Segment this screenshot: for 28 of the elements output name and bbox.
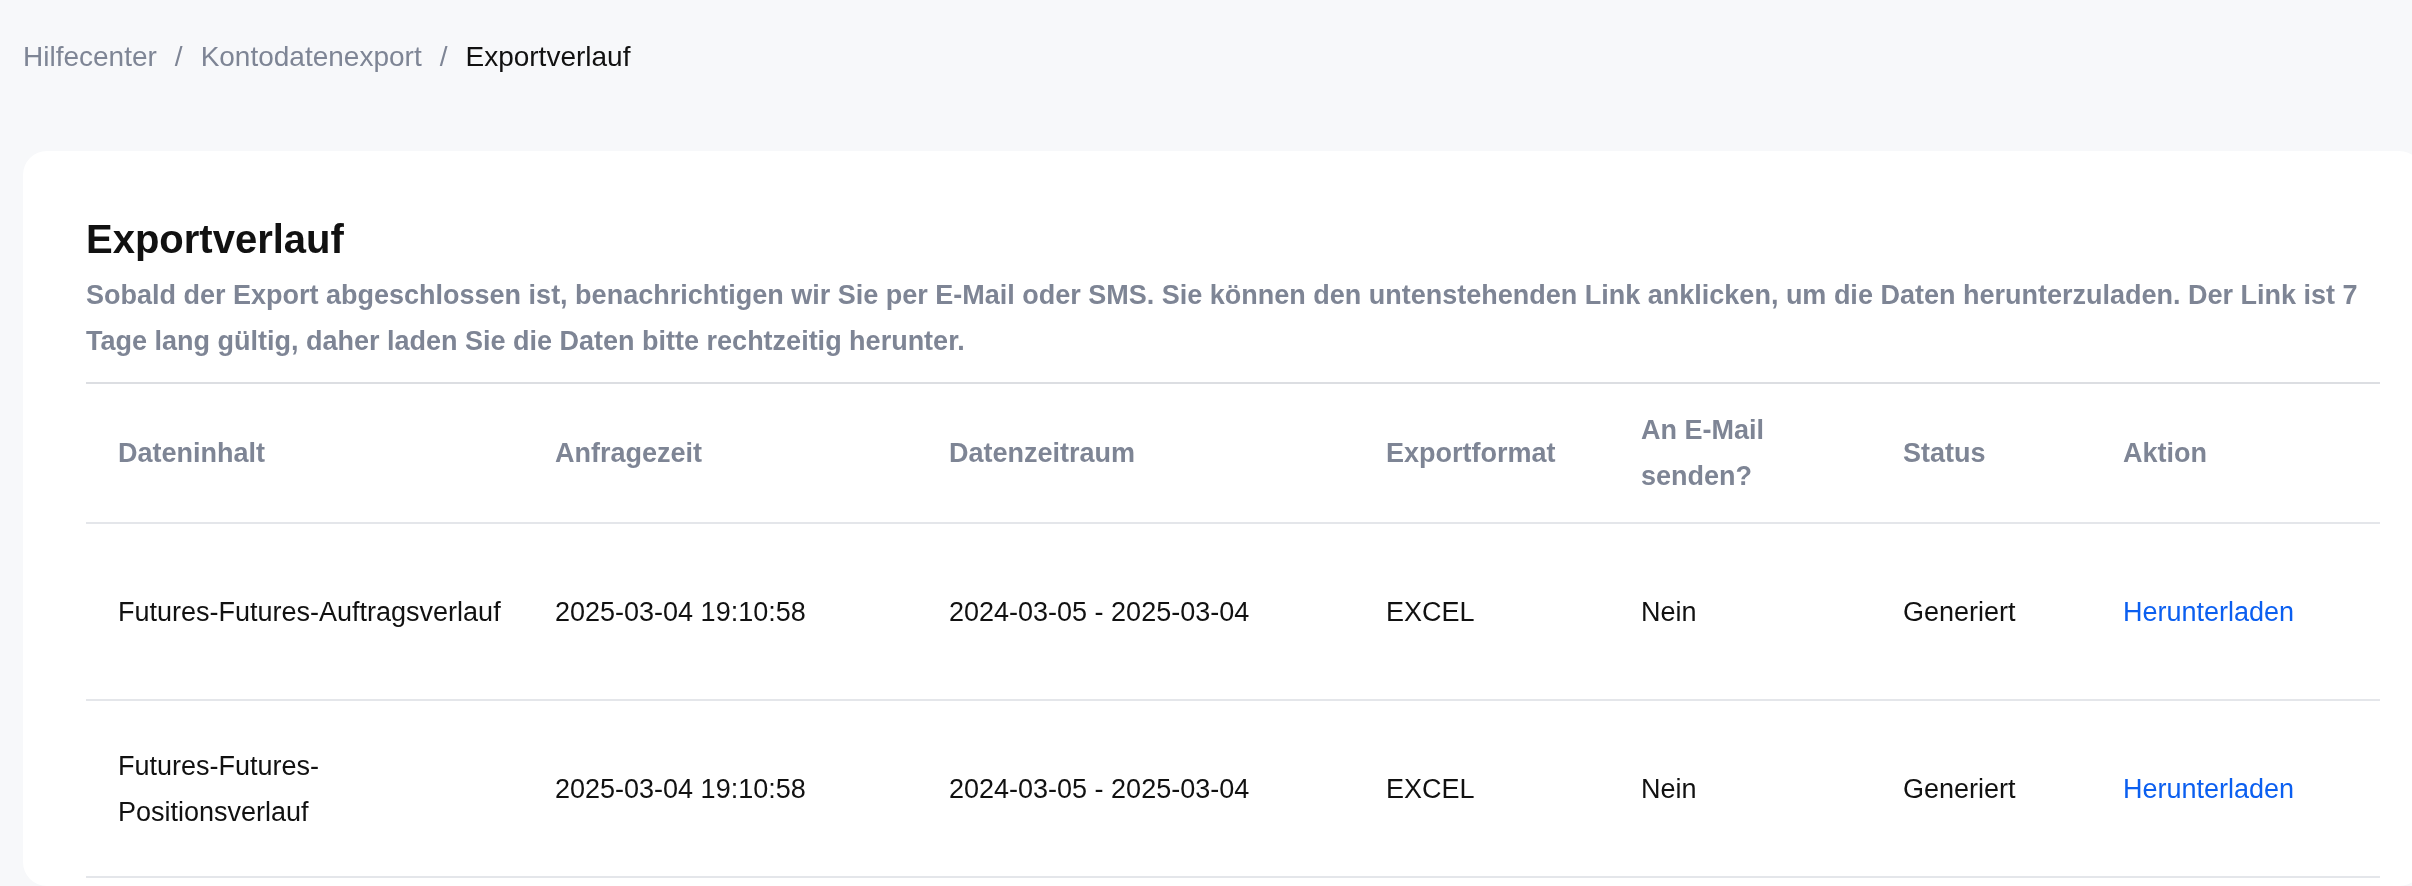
column-header: Exportformat [1385, 437, 1557, 470]
breadcrumb-link[interactable]: Hilfecenter [23, 41, 157, 73]
download-link[interactable]: Herunterladen [2123, 596, 2295, 627]
breadcrumb-separator: / [174, 41, 183, 73]
table-cell-text: Generiert [1902, 772, 2017, 806]
column-header: Status [1902, 437, 1987, 470]
page-title: Exportverlauf [86, 217, 345, 262]
breadcrumb-link[interactable]: Kontodatenexport [200, 41, 422, 73]
column-header: Aktion [2122, 437, 2208, 470]
table-cell-text: Futures-Futures-Positionsverlauf [117, 749, 321, 829]
table-cell-text: 2025-03-04 19:10:58 [554, 595, 807, 629]
table-cell-text: EXCEL [1385, 595, 1476, 629]
table-cell-text: Futures-Futures-Auftragsverlauf [117, 595, 502, 629]
table-cell-text: Nein [1640, 595, 1698, 629]
table-cell-text: 2024-03-05 - 2025-03-04 [948, 595, 1251, 629]
breadcrumb-separator: / [439, 41, 448, 73]
table-cell-text: EXCEL [1385, 772, 1476, 806]
column-header: Anfragezeit [554, 437, 704, 470]
breadcrumb-current: Exportverlauf [465, 41, 631, 73]
download-link[interactable]: Herunterladen [2123, 773, 2295, 804]
table-cell-text: 2025-03-04 19:10:58 [554, 772, 807, 806]
column-header: Datenzeitraum [948, 437, 1137, 470]
description-text: Sobald der Export abgeschlossen ist, benachrichtigen wir Sie per E-Mail oder SMS. Sie können den untenstehenden Link anklicken, um die Daten herunterzuladen. Der Link ist 7 Tage lang gültig, daher laden Sie die Daten bitte rechtzeitig herunter. [86, 279, 2359, 358]
table-cell-text: Generiert [1902, 595, 2017, 629]
table-cell-text: Nein [1640, 772, 1698, 806]
table-cell-text: 2024-03-05 - 2025-03-04 [948, 772, 1251, 806]
column-header: Dateninhalt [117, 437, 266, 470]
column-header: An E-Mail senden? [1640, 414, 1765, 493]
